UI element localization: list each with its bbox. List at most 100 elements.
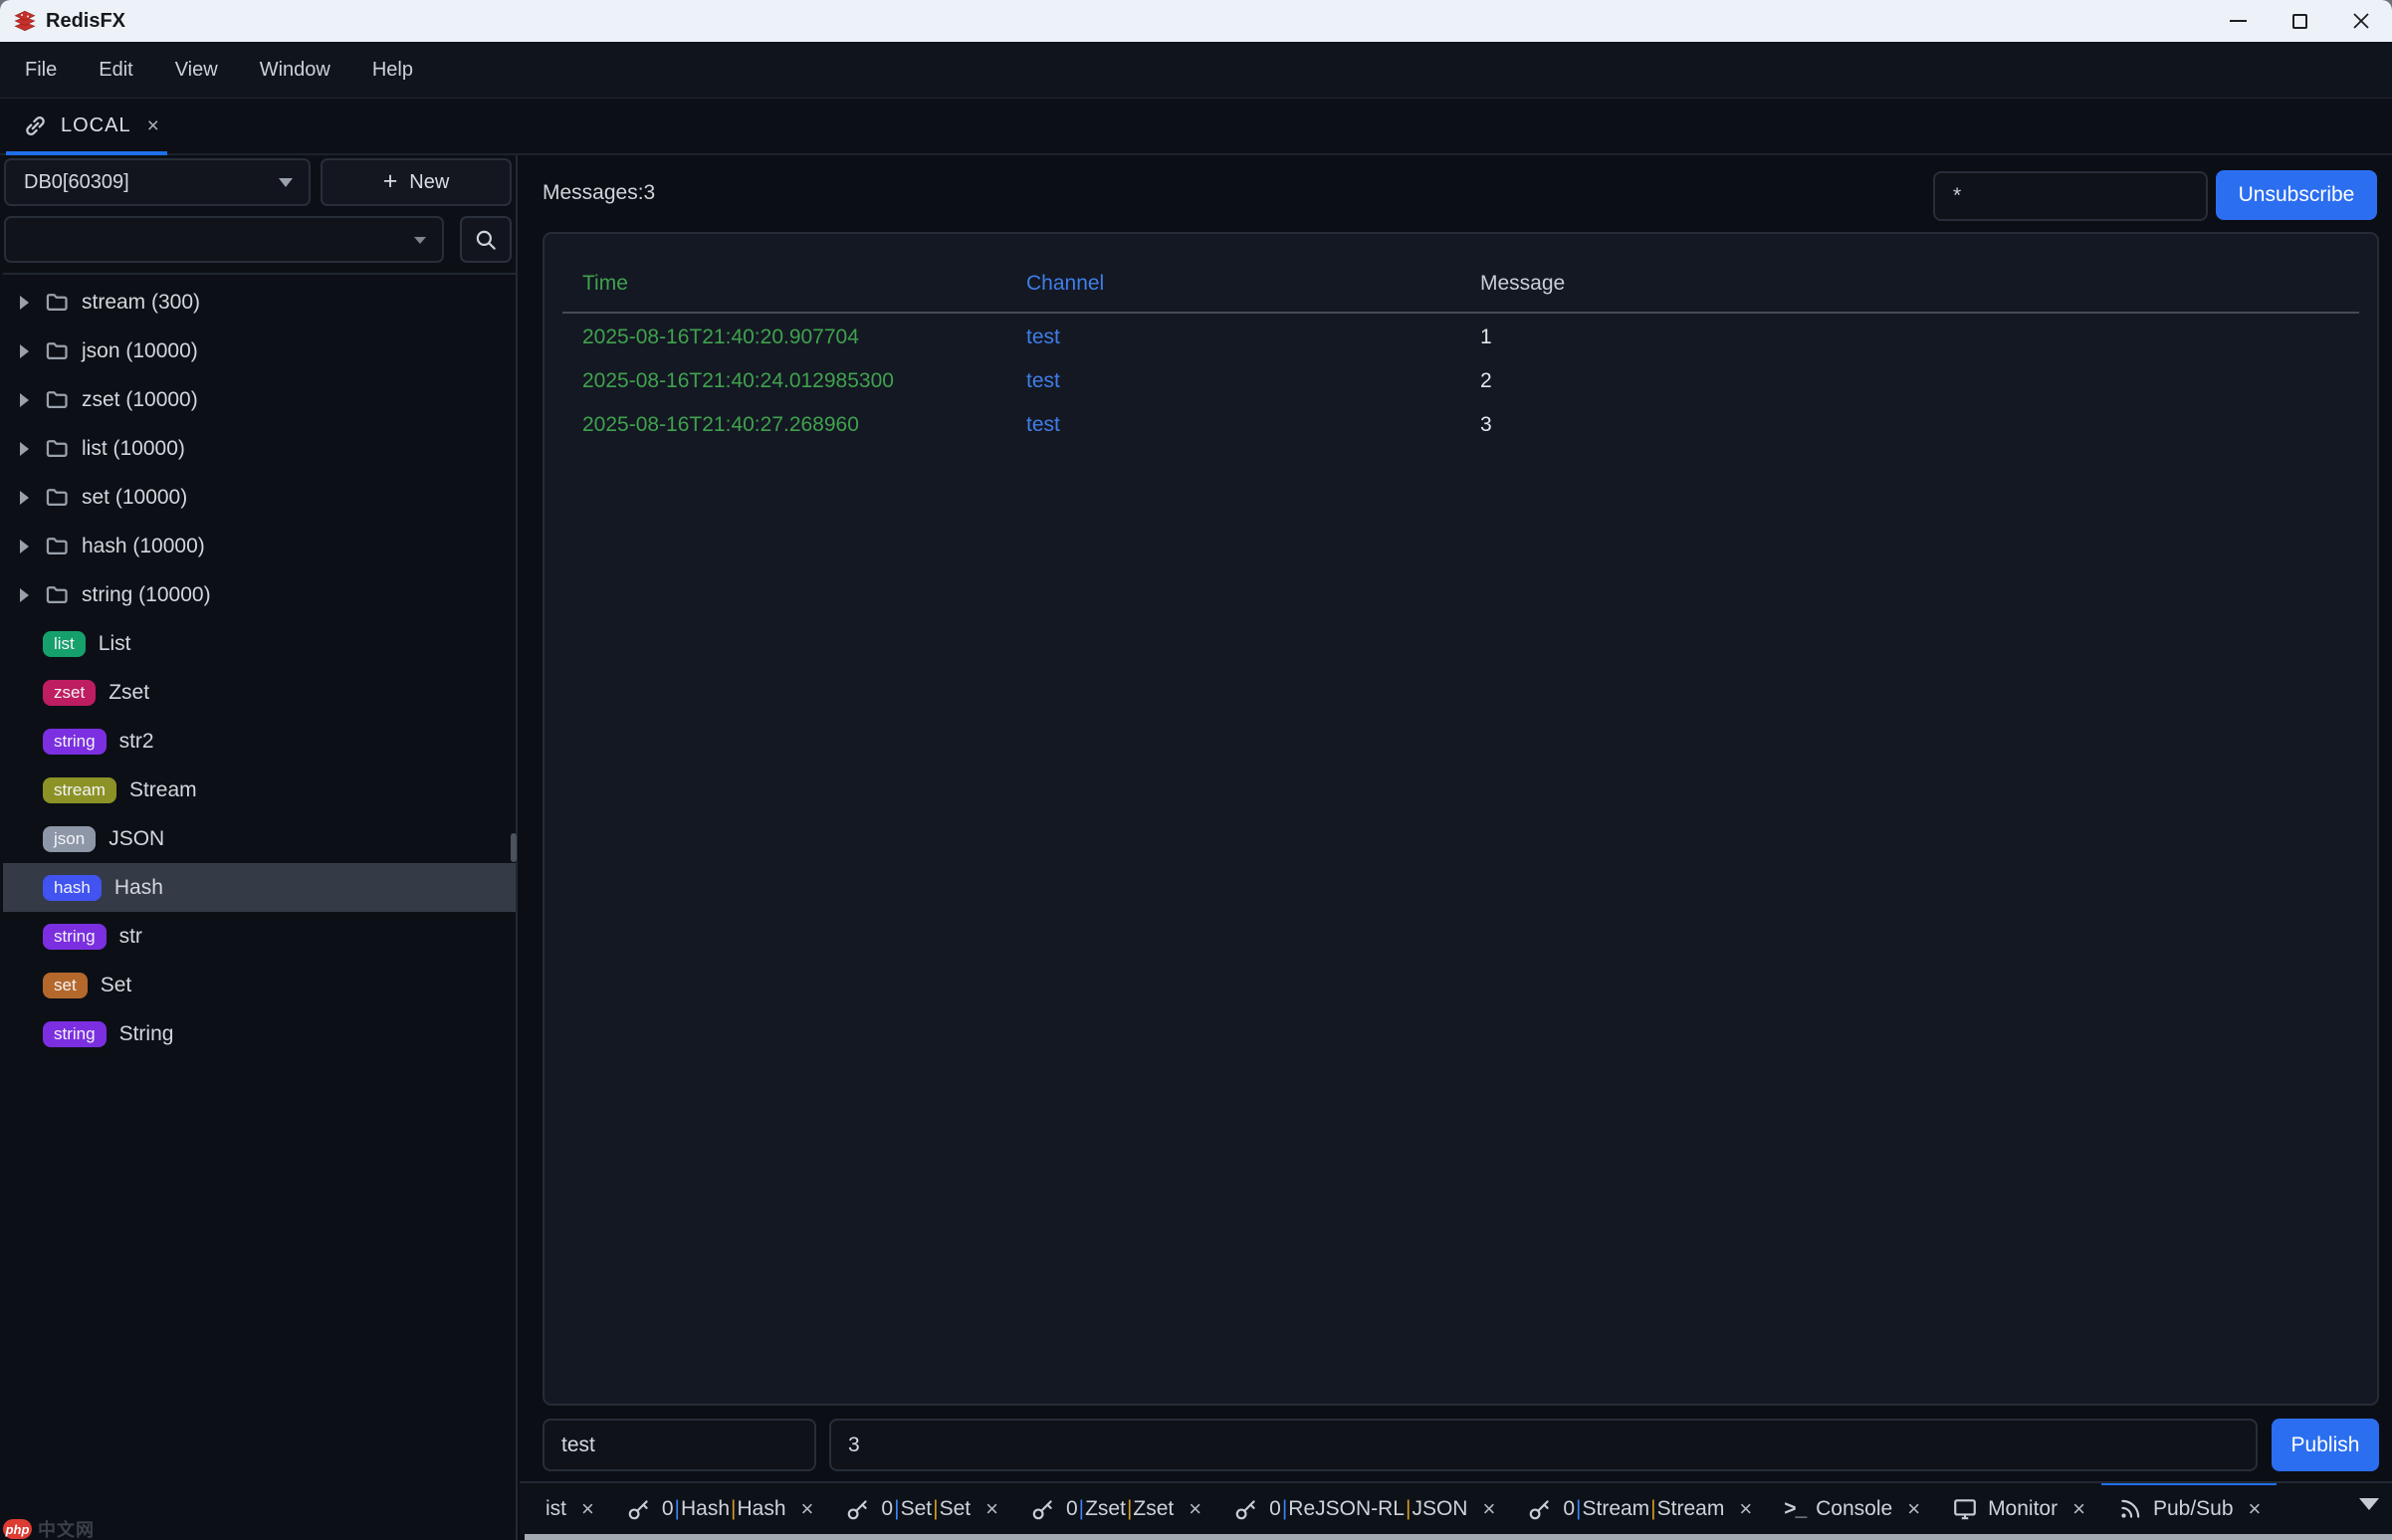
- folder-icon: [44, 386, 71, 413]
- publish-button[interactable]: Publish: [2272, 1419, 2379, 1471]
- tree-folder-row[interactable]: zset (10000): [3, 375, 516, 424]
- tree-key-row[interactable]: string String: [3, 1009, 516, 1058]
- expand-caret-icon[interactable]: [20, 540, 29, 553]
- cell-time: 2025-08-16T21:40:27.268960: [582, 413, 1026, 437]
- tab-close-icon[interactable]: ×: [1189, 1496, 1201, 1522]
- folder-label: json (10000): [82, 339, 198, 363]
- publish-message-input[interactable]: [829, 1419, 2258, 1471]
- tree-folder-row[interactable]: stream (300): [3, 278, 516, 327]
- bottom-tab-console[interactable]: >_ Console ×: [1768, 1483, 1936, 1534]
- tree-folder-row[interactable]: hash (10000): [3, 522, 516, 570]
- tab-close-icon[interactable]: ×: [985, 1496, 998, 1522]
- column-header-channel[interactable]: Channel: [1026, 272, 1480, 296]
- tree-key-row[interactable]: stream Stream: [3, 766, 516, 814]
- tab-close-icon[interactable]: ×: [1907, 1496, 1920, 1522]
- minimize-button[interactable]: [2207, 0, 2269, 42]
- tab-close-icon[interactable]: ×: [1739, 1496, 1752, 1522]
- php-logo: php: [3, 1519, 32, 1539]
- watermark: php 中文网: [3, 1516, 95, 1540]
- column-header-message[interactable]: Message: [1480, 272, 2359, 296]
- minimize-icon: [2230, 20, 2247, 22]
- tab-overflow-caret-icon[interactable]: [2359, 1498, 2379, 1510]
- search-input[interactable]: [6, 218, 442, 261]
- folder-label: string (10000): [82, 583, 211, 607]
- plus-icon: +: [383, 169, 398, 194]
- bottom-tab-0-set-set[interactable]: 0|Set|Set ×: [829, 1483, 1014, 1534]
- redis-logo-icon: [13, 9, 37, 33]
- pipe-separator: |: [1281, 1497, 1288, 1520]
- bottom-tab-0-rejson-rl-json[interactable]: 0|ReJSON-RL|JSON ×: [1217, 1483, 1511, 1534]
- table-row[interactable]: 2025-08-16T21:40:20.907704 test 1: [562, 316, 2359, 359]
- tab-close-icon[interactable]: ×: [2249, 1496, 2262, 1522]
- key-type-badge: zset: [43, 680, 96, 706]
- menu-item-file[interactable]: File: [25, 59, 57, 82]
- key-label: str2: [119, 730, 154, 754]
- menu-item-view[interactable]: View: [175, 59, 218, 82]
- tab-close-icon[interactable]: ×: [581, 1496, 594, 1522]
- expand-caret-icon[interactable]: [20, 442, 29, 456]
- new-key-button[interactable]: + New: [321, 158, 512, 206]
- cell-message: 1: [1480, 326, 2359, 349]
- expand-caret-icon[interactable]: [20, 296, 29, 310]
- key-label: JSON: [109, 827, 164, 851]
- tree-key-row[interactable]: set Set: [3, 961, 516, 1009]
- sidebar-scrollbar-thumb[interactable]: [511, 833, 517, 862]
- key-label: Hash: [114, 876, 163, 900]
- tab-close-icon[interactable]: ×: [801, 1496, 814, 1522]
- bottom-tab-0-zset-zset[interactable]: 0|Zset|Zset ×: [1014, 1483, 1217, 1534]
- tree-key-row[interactable]: zset Zset: [3, 668, 516, 717]
- expand-caret-icon[interactable]: [20, 344, 29, 358]
- subscribe-pattern-input[interactable]: [1933, 171, 2208, 221]
- tree-key-row[interactable]: string str2: [3, 717, 516, 766]
- expand-caret-icon[interactable]: [20, 393, 29, 407]
- folder-label: stream (300): [82, 291, 200, 315]
- publish-channel-input[interactable]: [543, 1419, 816, 1471]
- connection-tab-label: LOCAL: [61, 114, 131, 137]
- folder-icon: [44, 533, 71, 559]
- tree-folder-row[interactable]: set (10000): [3, 473, 516, 522]
- pipe-separator: |: [1649, 1497, 1656, 1520]
- key-type-badge: stream: [43, 777, 116, 803]
- maximize-button[interactable]: [2269, 0, 2330, 42]
- bottom-tab-0-hash-hash[interactable]: 0|Hash|Hash ×: [610, 1483, 830, 1534]
- table-row[interactable]: 2025-08-16T21:40:27.268960 test 3: [562, 403, 2359, 447]
- column-header-time[interactable]: Time: [582, 272, 1026, 296]
- tab-close-icon[interactable]: ×: [147, 114, 160, 138]
- database-selector-value: DB0[60309]: [24, 171, 129, 194]
- bottom-tab-0-stream-stream[interactable]: 0|Stream|Stream ×: [1511, 1483, 1768, 1534]
- tree-folder-row[interactable]: json (10000): [3, 327, 516, 375]
- search-icon: [473, 227, 499, 253]
- menu-item-help[interactable]: Help: [372, 59, 413, 82]
- close-button[interactable]: [2330, 0, 2392, 42]
- chevron-down-icon[interactable]: [414, 237, 426, 244]
- database-selector[interactable]: DB0[60309]: [4, 158, 311, 206]
- table-row[interactable]: 2025-08-16T21:40:24.012985300 test 2: [562, 359, 2359, 403]
- tree-key-row[interactable]: string str: [3, 912, 516, 961]
- search-button[interactable]: [460, 216, 512, 263]
- tree-folder-row[interactable]: list (10000): [3, 424, 516, 473]
- expand-caret-icon[interactable]: [20, 588, 29, 602]
- cell-channel: test: [1026, 326, 1480, 349]
- key-icon: [1030, 1496, 1056, 1522]
- bottom-tab-ist[interactable]: ist ×: [520, 1483, 610, 1534]
- close-icon: [2352, 12, 2370, 30]
- connection-tab-local[interactable]: LOCAL ×: [0, 99, 180, 153]
- tab-close-icon[interactable]: ×: [1482, 1496, 1495, 1522]
- tree-key-row[interactable]: json JSON: [3, 814, 516, 863]
- menu-item-window[interactable]: Window: [260, 59, 330, 82]
- bottom-tab-pubsub[interactable]: Pub/Sub ×: [2101, 1483, 2277, 1534]
- watermark-text: 中文网: [38, 1516, 95, 1540]
- key-icon: [626, 1496, 652, 1522]
- key-label: List: [99, 632, 131, 656]
- menu-bar: File Edit View Window Help: [0, 42, 2392, 98]
- expand-caret-icon[interactable]: [20, 491, 29, 505]
- tree-folder-row[interactable]: string (10000): [3, 570, 516, 619]
- folder-label: zset (10000): [82, 388, 198, 412]
- unsubscribe-button[interactable]: Unsubscribe: [2216, 170, 2377, 220]
- tree-key-row[interactable]: list List: [3, 619, 516, 668]
- bottom-tab-monitor[interactable]: Monitor ×: [1936, 1483, 2101, 1534]
- tab-close-icon[interactable]: ×: [2072, 1496, 2085, 1522]
- folder-icon: [44, 484, 71, 511]
- tree-key-row[interactable]: hash Hash: [3, 863, 516, 912]
- menu-item-edit[interactable]: Edit: [99, 59, 132, 82]
